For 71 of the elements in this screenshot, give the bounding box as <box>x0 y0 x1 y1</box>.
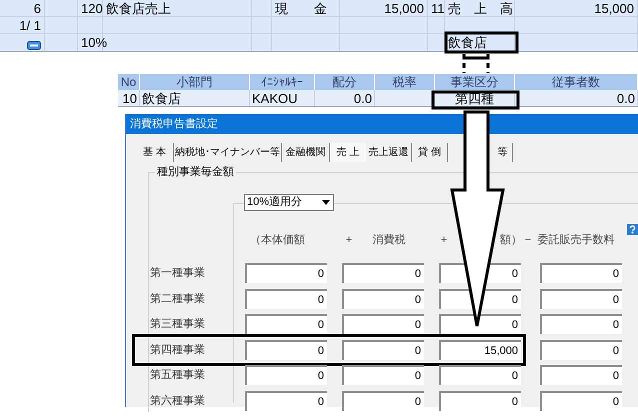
amount-field[interactable]: 0 <box>540 288 622 309</box>
column-header: 従事者数 <box>552 75 600 89</box>
column-header: 配分 <box>332 75 356 89</box>
row-label: 第一種事業 <box>150 266 206 281</box>
column-header: + <box>440 233 448 248</box>
group-title: 種別事業毎金額 <box>155 165 236 179</box>
row-label: 第五種事業 <box>150 368 206 383</box>
column-header: 消費税 <box>372 233 406 248</box>
column-header: 事業区分 <box>450 75 498 89</box>
column-header: − <box>524 233 532 248</box>
window-title: 消費税申告書設定 <box>130 116 218 132</box>
amount-field[interactable]: 0 <box>540 314 622 334</box>
row-label: 第三種事業 <box>150 317 206 332</box>
amount-field[interactable]: 0 <box>439 390 521 411</box>
column-header: 小部門 <box>176 75 212 89</box>
column-header: ｲﾆｼｬﾙｷｰ <box>261 75 303 89</box>
row-label: 第六種事業 <box>150 394 206 408</box>
amount-field[interactable]: 0 <box>342 263 424 284</box>
tab[interactable]: 貸 倒 <box>412 143 448 162</box>
table-cell: 15,000 <box>384 1 424 16</box>
column-header: （本体価額 <box>250 232 306 248</box>
rate-dropdown[interactable]: 10%適用分 <box>244 194 334 211</box>
table-cell: 0.0 <box>616 91 635 106</box>
amount-field[interactable]: 0 <box>342 365 424 386</box>
amount-field[interactable]: 0 <box>439 314 521 334</box>
amount-field[interactable]: 0 <box>342 288 424 309</box>
table-cell: 6 <box>34 1 41 16</box>
help-icon[interactable] <box>627 224 638 235</box>
table-cell: 第四種 <box>455 91 494 106</box>
column-header: + <box>344 233 354 248</box>
connector-drawing <box>462 54 490 74</box>
column-header: 税率 <box>392 75 416 89</box>
amount-field[interactable]: 0 <box>342 390 424 411</box>
amount-field[interactable]: 0 <box>439 365 521 386</box>
table-cell: 0.0 <box>354 91 372 106</box>
table-cell: 飲食店 <box>448 35 487 50</box>
amount-field[interactable]: 0 <box>245 365 327 386</box>
table-cell: 現 金 <box>275 1 327 16</box>
tab[interactable]: 売 上 <box>330 143 366 162</box>
amount-field[interactable]: 0 <box>342 340 424 360</box>
table-cell: 10 <box>122 91 137 106</box>
table-cell: 売 上 高 <box>448 1 513 16</box>
table-cell: KAKOU <box>252 91 298 106</box>
table-cell: 11 <box>431 1 444 16</box>
amount-field[interactable]: 0 <box>245 314 327 334</box>
column-header: No <box>120 75 136 89</box>
amount-field[interactable]: 0 <box>342 314 424 334</box>
table-cell: 飲食店 <box>142 91 181 106</box>
tab[interactable]: 売上返還 <box>366 143 412 162</box>
table-cell: 120 <box>81 1 103 16</box>
amount-field[interactable]: 0 <box>245 263 327 284</box>
amount-field[interactable]: 0 <box>245 340 327 360</box>
amount-field[interactable]: 0 <box>245 390 327 411</box>
amount-field[interactable]: 0 <box>540 263 622 284</box>
tag-icon <box>27 41 41 50</box>
column-header: 委託販売手数料 <box>536 232 616 248</box>
tab[interactable]: 基 本 <box>136 143 174 162</box>
column-header: 額） <box>499 232 522 248</box>
amount-field[interactable]: 0 <box>540 340 622 360</box>
amount-field[interactable]: 0 <box>540 365 622 386</box>
amount-field[interactable]: 0 <box>245 288 327 309</box>
table-cell: 飲食店売上 <box>106 1 171 16</box>
table-cell: 10% <box>81 35 108 50</box>
tab[interactable]: 納税地･マイナンバー等 <box>174 143 282 162</box>
table-cell: 15,000 <box>594 1 634 16</box>
row-label: 第二種事業 <box>150 292 206 306</box>
row-label: 第四種事業 <box>150 342 206 358</box>
table-cell: 1/ 1 <box>19 18 41 33</box>
amount-field[interactable]: 0 <box>540 390 622 411</box>
amount-field[interactable]: 15,000 <box>439 340 521 360</box>
tab[interactable]: 等 <box>493 143 513 162</box>
